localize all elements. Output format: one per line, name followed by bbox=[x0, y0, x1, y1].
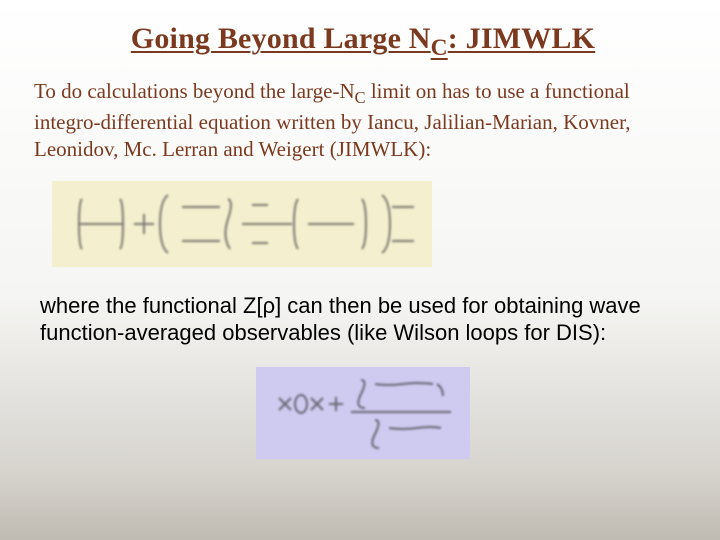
followup-paragraph: where the functional Z[ρ] can then be us… bbox=[40, 293, 692, 347]
equation-box-1 bbox=[52, 181, 432, 267]
intro-text-1: To do calculations beyond the large-N bbox=[34, 79, 355, 103]
followup-text: where the functional Z[ρ] can then be us… bbox=[40, 293, 641, 345]
intro-paragraph: To do calculations beyond the large-NC l… bbox=[34, 78, 692, 163]
title-pre: Going Beyond Large N bbox=[131, 22, 431, 55]
intro-sub: C bbox=[355, 88, 366, 107]
equation-box-2 bbox=[256, 367, 470, 459]
title-sub: C bbox=[431, 35, 448, 61]
slide-title: Going Beyond Large NC: JIMWLK bbox=[34, 22, 692, 62]
title-post: : JIMWLK bbox=[448, 22, 595, 55]
